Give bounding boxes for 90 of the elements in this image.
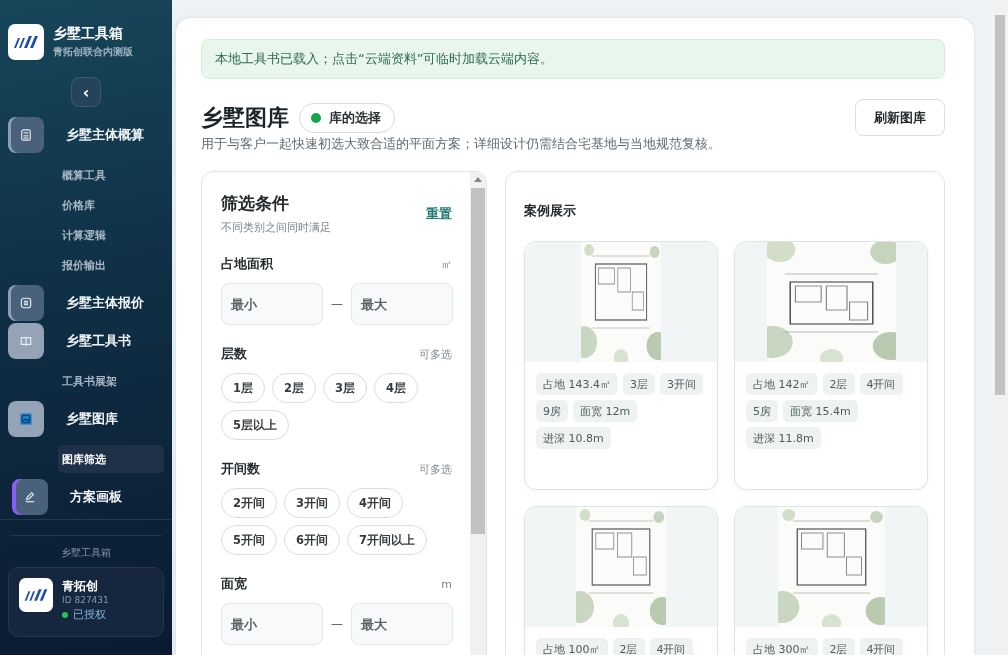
spec-tag: 3开间 bbox=[660, 373, 703, 395]
scrollbar[interactable] bbox=[992, 0, 1008, 655]
spec-tag: 5房 bbox=[746, 400, 778, 422]
app-title: 乡墅工具箱 bbox=[53, 25, 124, 43]
spec-tag: 2层 bbox=[822, 373, 855, 395]
reset-link[interactable]: 重置 bbox=[426, 205, 452, 235]
library-select[interactable]: 库的选择 bbox=[299, 102, 395, 133]
scrollbar[interactable] bbox=[470, 172, 486, 655]
nav-item[interactable]: 乡墅图库 bbox=[66, 410, 118, 428]
filter-chip[interactable]: 5开间 bbox=[221, 525, 277, 555]
case-card[interactable]: 占地 142㎡ 2层 4开间 5房 面宽 15.4m 进深 11.8m bbox=[734, 241, 928, 490]
max-field[interactable]: 最大 bbox=[351, 603, 453, 645]
page-description: 用于与客户一起快速初选大致合适的平面方案；详细设计仍需结合宅基地与当地规范复核。 bbox=[201, 136, 722, 153]
max-field[interactable]: 最大 bbox=[351, 283, 453, 325]
list-icon bbox=[20, 297, 32, 309]
nav-subitem[interactable]: 图库筛选 bbox=[58, 445, 164, 473]
filter-subtitle: 不同类别之间同时满足 bbox=[221, 220, 331, 235]
spec-tag: 2层 bbox=[822, 638, 855, 655]
case-card[interactable]: 占地 300㎡ 2层 4开间 bbox=[734, 506, 928, 655]
pencil-icon bbox=[24, 491, 36, 503]
app-subtitle: 青拓创联合内测版 bbox=[53, 45, 133, 59]
range-separator: — bbox=[331, 617, 343, 631]
refresh-button[interactable]: 刷新图库 bbox=[855, 99, 945, 136]
nav-tile[interactable] bbox=[8, 117, 44, 153]
scroll-up-icon[interactable] bbox=[474, 177, 482, 182]
user-name: 青拓创 bbox=[62, 578, 99, 595]
filter-label: 开间数 bbox=[221, 460, 260, 478]
filter-label: 占地面积 bbox=[221, 255, 273, 273]
nav-item[interactable]: 乡墅工具书 bbox=[66, 332, 131, 350]
nav-item[interactable]: 方案画板 bbox=[70, 488, 122, 506]
filter-chip[interactable]: 2开间 bbox=[221, 488, 277, 518]
unit-label: m bbox=[441, 577, 452, 591]
spec-tag: 面宽 12m bbox=[573, 400, 638, 422]
spec-tag: 9房 bbox=[536, 400, 568, 422]
case-card[interactable]: 占地 100㎡ 2层 4开间 bbox=[524, 506, 718, 655]
spec-tag: 占地 142㎡ bbox=[746, 373, 818, 395]
filter-label: 面宽 bbox=[221, 575, 247, 593]
collapse-button[interactable]: ‹ bbox=[71, 77, 101, 107]
logo-icon bbox=[19, 578, 53, 612]
spec-tag: 2层 bbox=[612, 638, 645, 655]
image-icon bbox=[20, 413, 32, 425]
min-field[interactable]: 最小 bbox=[221, 283, 323, 325]
spec-tag: 进深 11.8m bbox=[746, 427, 821, 449]
filter-chip[interactable]: 3层 bbox=[323, 373, 368, 403]
nav-item[interactable]: 乡墅主体报价 bbox=[66, 294, 144, 312]
spec-tag: 4开间 bbox=[859, 638, 903, 655]
filter-chip[interactable]: 3开间 bbox=[284, 488, 341, 518]
filter-title: 筛选条件 bbox=[221, 192, 290, 215]
nav-subitem[interactable]: 工具书展架 bbox=[58, 367, 164, 395]
filter-chip[interactable]: 4层 bbox=[374, 373, 419, 403]
nav-tile[interactable] bbox=[8, 285, 44, 321]
spec-tag: 进深 10.8m bbox=[536, 427, 611, 449]
filter-chip[interactable]: 1层 bbox=[221, 373, 265, 403]
spec-tag: 4开间 bbox=[649, 638, 693, 655]
spec-tag: 3层 bbox=[623, 373, 655, 395]
case-card[interactable]: 占地 143.4㎡ 3层 3开间 9房 面宽 12m 进深 10.8m bbox=[524, 241, 718, 490]
notice-banner: 本地工具书已载入；点击“云端资料”可临时加载云端内容。 bbox=[201, 39, 945, 79]
cases-title: 案例展示 bbox=[524, 202, 577, 220]
book-icon bbox=[20, 335, 32, 347]
range-separator: — bbox=[331, 297, 343, 311]
hint-text: 可多选 bbox=[419, 461, 452, 477]
nav-tile[interactable] bbox=[8, 323, 44, 359]
nav-subitem[interactable]: 价格库 bbox=[58, 191, 164, 219]
spec-tag: 4开间 bbox=[859, 373, 903, 395]
unit-label: ㎡ bbox=[441, 256, 452, 272]
nav-subitem[interactable]: 报价输出 bbox=[58, 251, 164, 279]
nav-tile[interactable] bbox=[12, 479, 48, 515]
nav-subitem[interactable]: 概算工具 bbox=[58, 161, 164, 189]
calculator-icon bbox=[20, 129, 32, 141]
min-field[interactable]: 最小 bbox=[221, 603, 323, 645]
footer-title: 乡墅工具箱 bbox=[60, 546, 112, 560]
spec-tag: 面宽 15.4m bbox=[783, 400, 858, 422]
filter-chip[interactable]: 2层 bbox=[272, 373, 317, 403]
filter-chip[interactable]: 4开间 bbox=[347, 488, 404, 518]
nav-tile[interactable] bbox=[8, 401, 44, 437]
user-id: ID 827431 bbox=[62, 595, 109, 605]
filter-label: 层数 bbox=[221, 345, 247, 363]
spec-tag: 占地 143.4㎡ bbox=[536, 373, 618, 395]
spec-tag: 占地 300㎡ bbox=[746, 638, 818, 655]
filter-chip[interactable]: 6开间 bbox=[284, 525, 341, 555]
nav-subitem[interactable]: 计算逻辑 bbox=[58, 221, 164, 249]
user-card[interactable]: 青拓创 ID 827431 已授权 bbox=[8, 567, 164, 637]
nav-item[interactable]: 乡墅主体概算 bbox=[66, 126, 144, 144]
logo-icon bbox=[8, 24, 44, 60]
status-text: 已授权 bbox=[73, 607, 106, 622]
page-title: 乡墅图库 bbox=[201, 103, 289, 132]
spec-tag: 占地 100㎡ bbox=[536, 638, 608, 655]
filter-chip[interactable]: 7开间以上 bbox=[347, 525, 428, 555]
hint-text: 可多选 bbox=[419, 346, 452, 362]
filter-chip[interactable]: 5层以上 bbox=[221, 410, 289, 440]
